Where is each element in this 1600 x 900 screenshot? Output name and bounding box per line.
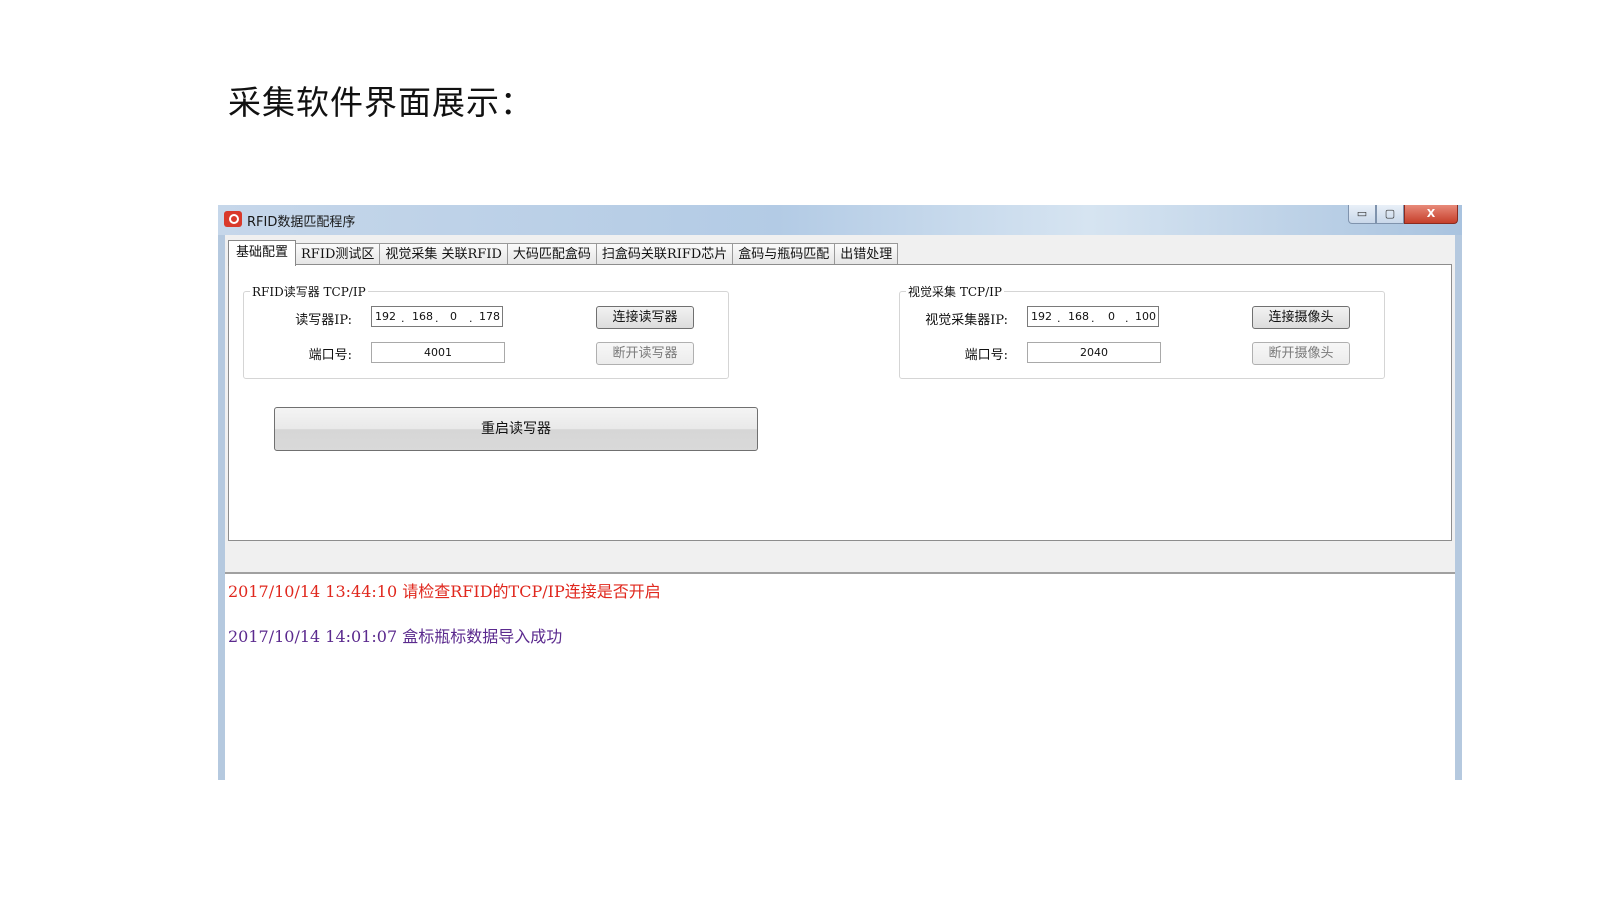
app-window: RFID数据匹配程序 ▭ ▢ X 基础配置 RFID测试区 视觉采集 关联RFI… (218, 205, 1462, 780)
camera-app-icon (224, 211, 242, 227)
ip-separator: . (401, 312, 405, 325)
log-line: 2017/10/14 13:44:10 请检查RFID的TCP/IP连接是否开启 (228, 582, 661, 601)
tab-scan-box-rfid[interactable]: 扫盒码关联RIFD芯片 (595, 243, 734, 265)
tab-box-bottle-match[interactable]: 盒码与瓶码匹配 (732, 243, 836, 265)
tab-vision-rfid[interactable]: 视觉采集 关联RFID (379, 243, 508, 265)
rfid-port-label: 端口号: (308, 348, 352, 363)
rfid-ip-input[interactable]: 192 . 168 . 0 . 178 (371, 306, 503, 327)
rfid-ip-label: 读写器IP: (295, 313, 352, 328)
rfid-reader-group: RFID读写器 TCP/IP 读写器IP: 192 . 168 . 0 . 17… (243, 283, 729, 379)
ip-octet: 168 (412, 310, 433, 323)
ip-separator: . (1125, 312, 1129, 325)
ip-octet: 192 (375, 310, 396, 323)
disconnect-camera-button[interactable]: 断开摄像头 (1252, 342, 1350, 365)
connect-reader-button[interactable]: 连接读写器 (596, 306, 694, 329)
ip-separator: . (1057, 312, 1061, 325)
ip-octet: 0 (1108, 310, 1115, 323)
log-panel[interactable]: 2017/10/14 13:44:10 请检查RFID的TCP/IP连接是否开启… (225, 572, 1455, 780)
ip-separator: . (1091, 312, 1095, 325)
tab-basic-config[interactable]: 基础配置 (228, 240, 297, 266)
tab-strip: 基础配置 RFID测试区 视觉采集 关联RFID 大码匹配盒码 扫盒码关联RIF… (228, 240, 899, 266)
tab-large-code-match[interactable]: 大码匹配盒码 (506, 243, 597, 265)
vision-port-input[interactable]: 2040 (1027, 342, 1161, 363)
vision-group-title: 视觉采集 TCP/IP (906, 283, 1004, 300)
ip-octet: 178 (479, 310, 500, 323)
log-line: 2017/10/14 14:01:07 盒标瓶标数据导入成功 (228, 627, 563, 646)
ip-octet: 168 (1068, 310, 1089, 323)
window-controls: ▭ ▢ X (1348, 205, 1458, 225)
title-bar[interactable]: RFID数据匹配程序 ▭ ▢ X (218, 205, 1462, 235)
rfid-group-title: RFID读写器 TCP/IP (250, 283, 368, 300)
ip-octet: 0 (450, 310, 457, 323)
tab-page-basic-config: RFID读写器 TCP/IP 读写器IP: 192 . 168 . 0 . 17… (228, 264, 1452, 541)
ip-octet: 192 (1031, 310, 1052, 323)
connect-camera-button[interactable]: 连接摄像头 (1252, 306, 1350, 329)
vision-capture-group: 视觉采集 TCP/IP 视觉采集器IP: 192 . 168 . 0 . 100… (899, 283, 1385, 379)
ip-separator: . (435, 312, 439, 325)
minimize-button[interactable]: ▭ (1348, 205, 1376, 224)
slide-title: 采集软件界面展示： (228, 83, 534, 122)
disconnect-reader-button[interactable]: 断开读写器 (596, 342, 694, 365)
window-title: RFID数据匹配程序 (247, 215, 356, 230)
tab-error-handling[interactable]: 出错处理 (834, 243, 899, 265)
close-button[interactable]: X (1404, 205, 1458, 224)
tab-rfid-test[interactable]: RFID测试区 (295, 243, 381, 265)
ip-octet: 100 (1135, 310, 1156, 323)
vision-port-label: 端口号: (964, 348, 1008, 363)
vision-ip-input[interactable]: 192 . 168 . 0 . 100 (1027, 306, 1159, 327)
restart-reader-button[interactable]: 重启读写器 (274, 407, 758, 451)
rfid-port-input[interactable]: 4001 (371, 342, 505, 363)
client-area: 基础配置 RFID测试区 视觉采集 关联RFID 大码匹配盒码 扫盒码关联RIF… (225, 235, 1455, 780)
maximize-button[interactable]: ▢ (1376, 205, 1404, 224)
ip-separator: . (469, 312, 473, 325)
vision-ip-label: 视觉采集器IP: (925, 313, 1008, 328)
